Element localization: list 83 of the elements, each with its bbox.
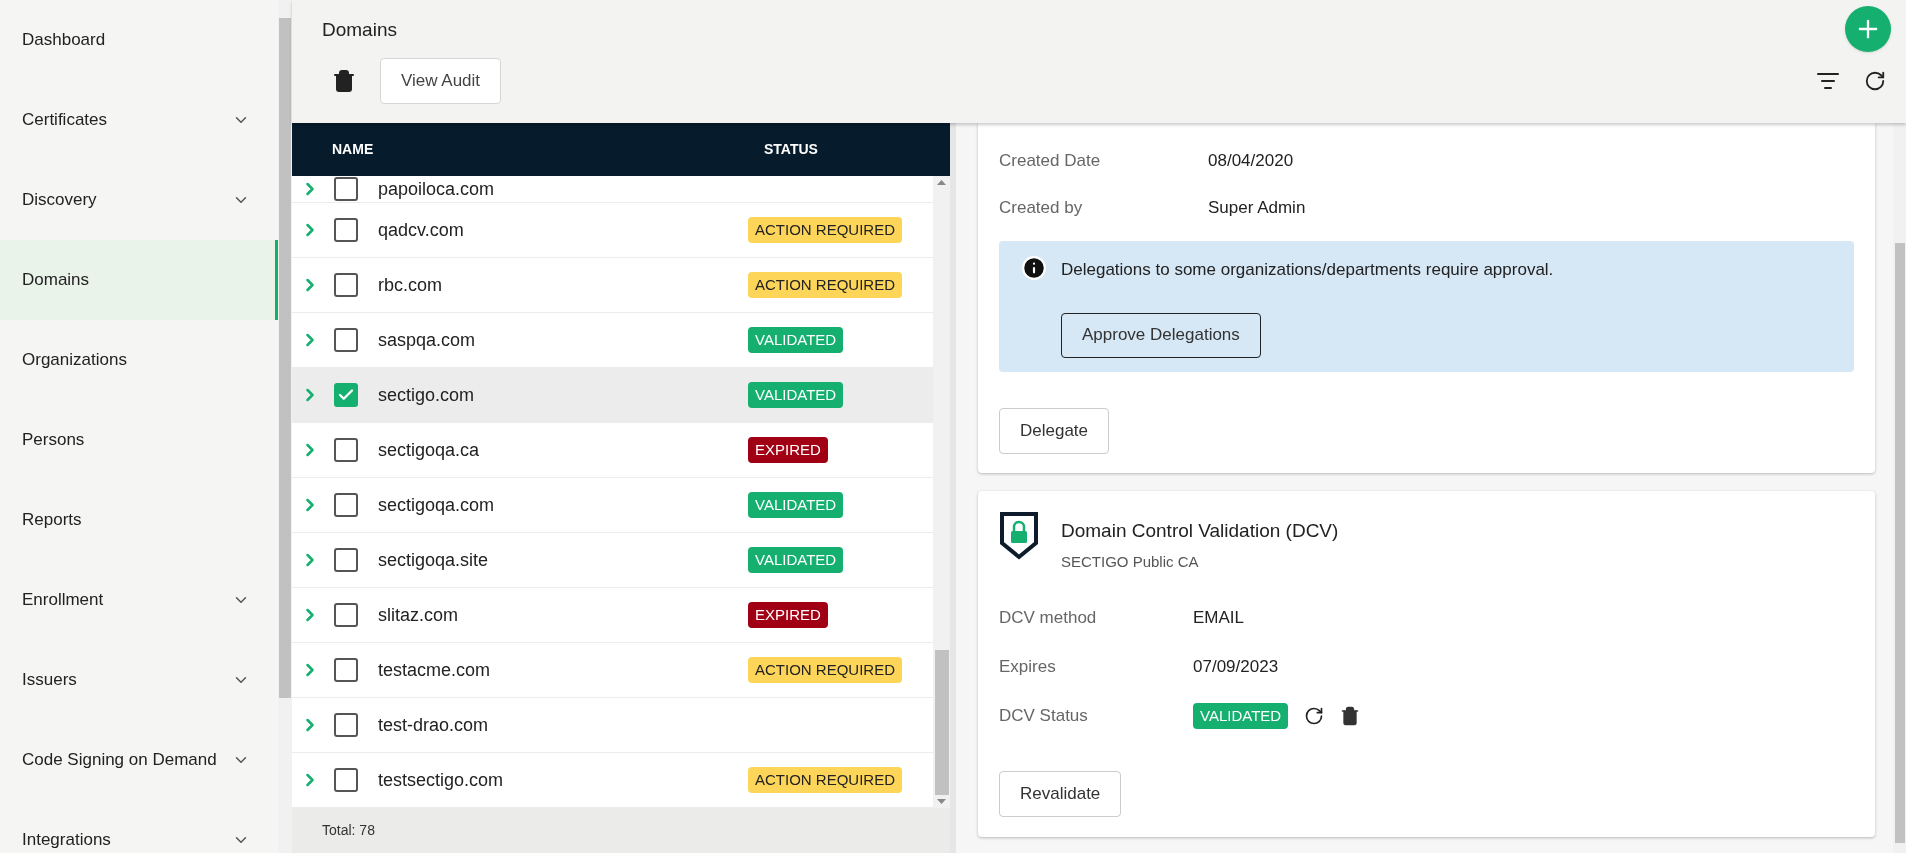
info-message: Delegations to some organizations/departments require approval. [1061,259,1554,281]
checkbox[interactable] [334,713,358,737]
domain-row[interactable]: sectigo.com VALIDATED [292,368,933,423]
status-badge: ACTION REQUIRED [748,657,902,683]
domain-name: testacme.com [378,658,492,682]
field-label: Expires [999,656,1057,679]
column-header[interactable]: STATUS [764,139,818,160]
field-label: DCV Status [999,705,1089,728]
scrollbar[interactable] [1893,123,1906,853]
domain-name: qadcv.com [378,218,465,242]
field-value: Super Admin [1208,196,1306,219]
scroll-down-icon[interactable] [937,799,946,804]
shield-lock-icon [999,510,1039,561]
status-badge: VALIDATED [748,382,844,408]
sidebar-item[interactable]: Domains [0,240,278,320]
scrollbar-thumb[interactable] [1895,243,1905,843]
sidebar-item[interactable]: Reports [0,480,278,560]
domain-name: sectigoqa.com [378,493,496,517]
sidebar-item[interactable]: Discovery [0,160,278,240]
status-badge: VALIDATED [1193,703,1289,729]
info-icon [1021,255,1047,281]
checkbox[interactable] [334,493,358,517]
refresh-icon[interactable] [1864,70,1886,92]
sidebar-item[interactable]: Enrollment [0,560,278,640]
checkbox[interactable] [334,548,358,572]
status-badge: VALIDATED [748,492,844,518]
status-badge: ACTION REQUIRED [748,217,902,243]
checkbox[interactable] [334,658,358,682]
checkbox[interactable] [334,218,358,242]
field-value: 08/04/2020 [1208,149,1294,172]
status-badge: EXPIRED [748,602,828,628]
card-title: Domain Control Validation (DCV) [1061,518,1339,543]
checkbox[interactable] [334,438,358,462]
revalidate-button[interactable]: Revalidate [999,770,1122,817]
scrollbar-thumb[interactable] [934,650,949,795]
sidebar-item[interactable]: Organizations [0,320,278,400]
scrollbar-thumb[interactable] [279,18,291,698]
total-count: Total: 78 [322,821,375,840]
refresh-icon[interactable] [1304,706,1325,726]
status-badge: ACTION REQUIRED [748,767,902,793]
page-title: Domains [322,18,397,42]
scrollbar[interactable] [278,0,292,853]
domain-name: sectigo.com [378,383,476,407]
status-badge: VALIDATED [748,547,844,573]
checkbox[interactable] [334,603,358,627]
sidebar-item[interactable]: Integrations [0,800,278,853]
sidebar-item[interactable]: Issuers [0,640,278,720]
sidebar-item[interactable]: Dashboard [0,0,278,80]
sidebar-item[interactable]: Code Signing on Demand [0,720,278,800]
sidebar-item[interactable]: Persons [0,400,278,480]
domain-name: papoiloca.com [378,177,496,201]
status-badge: VALIDATED [748,327,844,353]
scrollbar[interactable] [933,176,950,808]
domain-name: sectigoqa.site [378,548,490,572]
checkbox[interactable] [334,383,358,407]
view-audit-button[interactable]: View Audit [380,58,502,104]
domain-name: sectigoqa.ca [378,438,481,462]
domain-name: test-drao.com [378,713,490,737]
status-badge: EXPIRED [748,437,828,463]
add-button[interactable] [1845,6,1891,52]
scroll-up-icon[interactable] [937,180,946,185]
status-badge: ACTION REQUIRED [748,272,902,298]
column-header[interactable]: NAME [332,139,732,160]
domain-name: rbc.com [378,273,443,297]
domain-name: slitaz.com [378,603,459,627]
domain-row[interactable]: papoiloca.com [292,176,933,203]
domain-name: saspqa.com [378,328,477,352]
delete-icon[interactable] [1340,706,1361,726]
checkbox[interactable] [334,273,358,297]
checkbox[interactable] [334,177,358,201]
delete-icon[interactable] [332,69,356,93]
approve-delegations-button[interactable]: Approve Delegations [1061,312,1261,358]
checkbox[interactable] [334,328,358,352]
delegate-button[interactable]: Delegate [999,407,1110,454]
field-label: DCV method [999,607,1098,630]
field-value: EMAIL [1193,607,1245,630]
field-label: Created Date [999,149,1102,172]
card-subtitle: SECTIGO Public CA [1061,552,1200,572]
checkbox[interactable] [334,768,358,792]
sidebar-item[interactable]: Certificates [0,80,278,160]
domain-name: testsectigo.com [378,768,505,792]
field-value: 07/09/2023 [1193,656,1279,679]
field-label: Created by [999,196,1084,219]
